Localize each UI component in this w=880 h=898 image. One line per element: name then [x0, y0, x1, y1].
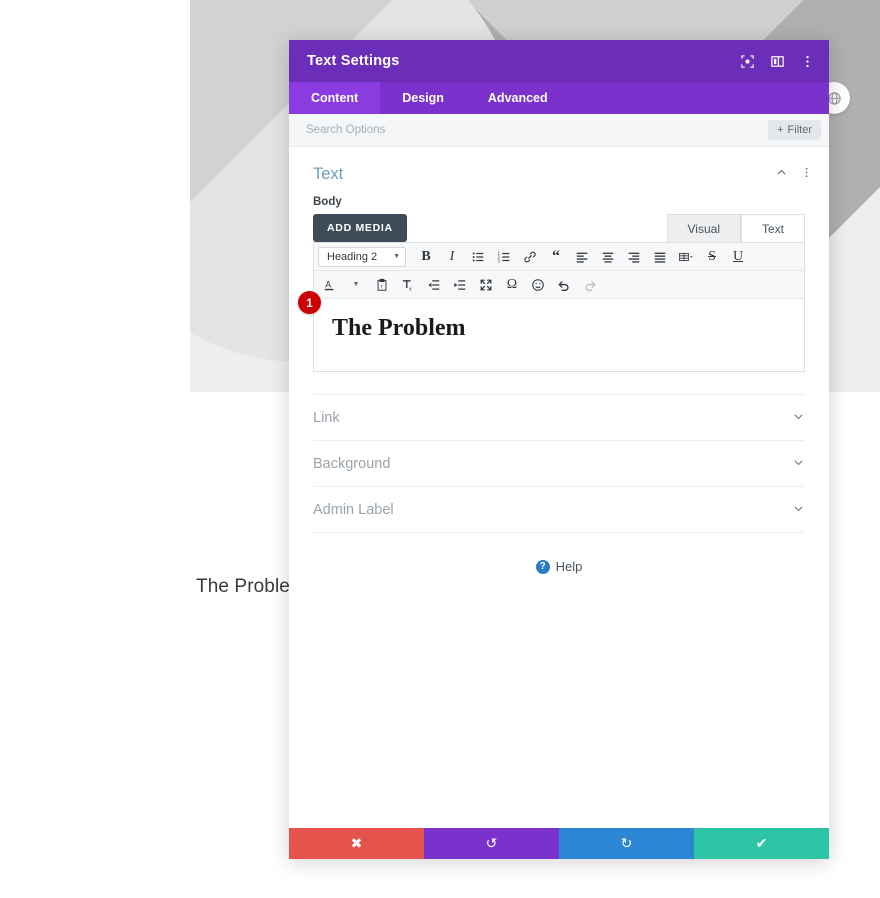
modal-header-icons	[739, 53, 815, 69]
cancel-button[interactable]: ✖	[289, 828, 424, 859]
accordion-background-label: Background	[313, 455, 391, 472]
align-center-icon[interactable]	[596, 246, 620, 267]
accordion-link[interactable]: Link	[313, 394, 805, 440]
chevron-down-icon: ▼	[393, 253, 400, 260]
section-title-text: Text	[313, 165, 344, 183]
redo-button[interactable]: ↻	[559, 828, 694, 859]
more-vertical-icon[interactable]	[799, 53, 815, 69]
align-justify-icon[interactable]	[648, 246, 672, 267]
modal-tabs: Content Design Advanced	[289, 82, 829, 114]
help-link[interactable]: ? Help	[313, 532, 805, 600]
text-color-icon[interactable]: A	[318, 274, 342, 295]
annotation-badge-1: 1	[298, 291, 321, 314]
accordion-link-label: Link	[313, 409, 340, 426]
undo-button[interactable]: ↺	[424, 828, 559, 859]
undo-icon: ↺	[485, 835, 498, 851]
tab-visual[interactable]: Visual	[666, 214, 741, 242]
link-icon[interactable]	[518, 246, 542, 267]
paste-as-text-icon[interactable]: T	[370, 274, 394, 295]
editor-toolbar-row-2: A ▼ T x Ω	[314, 271, 804, 299]
add-media-button[interactable]: ADD MEDIA	[313, 214, 407, 242]
modal-header: Text Settings	[289, 40, 829, 82]
chevron-down-icon[interactable]: ▼	[344, 274, 368, 295]
emoji-icon[interactable]	[526, 274, 550, 295]
modal-footer: ✖ ↺ ↻ ✔	[289, 828, 829, 859]
table-icon[interactable]	[674, 246, 698, 267]
focus-target-icon[interactable]	[739, 53, 755, 69]
chevron-down-icon	[792, 456, 805, 472]
accordion-admin-label-label: Admin Label	[313, 501, 394, 518]
tab-content[interactable]: Content	[289, 82, 381, 114]
svg-text:x: x	[409, 286, 412, 292]
modal-title: Text Settings	[307, 53, 400, 69]
blockquote-icon[interactable]: “	[544, 246, 568, 267]
help-icon: ?	[535, 559, 550, 574]
numbered-list-icon[interactable]: 1 2 3	[492, 246, 516, 267]
indent-icon[interactable]	[448, 274, 472, 295]
redo-icon[interactable]	[578, 274, 602, 295]
italic-icon[interactable]: I	[440, 246, 464, 267]
svg-text:3: 3	[497, 258, 500, 263]
search-input[interactable]	[304, 123, 769, 137]
svg-text:T: T	[380, 284, 383, 290]
text-settings-modal: Text Settings Content Design Advanced Se…	[289, 40, 829, 859]
editor-heading-text: The Problem	[332, 315, 466, 341]
clear-formatting-icon[interactable]: x	[396, 274, 420, 295]
check-icon: ✔	[755, 835, 768, 851]
save-button[interactable]: ✔	[694, 828, 829, 859]
chevron-down-icon	[792, 502, 805, 518]
close-icon: ✖	[350, 835, 363, 851]
filter-button[interactable]: + Filter	[768, 120, 821, 140]
svg-text:A: A	[325, 279, 331, 289]
bold-icon[interactable]: B	[414, 246, 438, 267]
strikethrough-icon[interactable]: S	[700, 246, 724, 267]
body-field-toolbar: ADD MEDIA Visual Text	[289, 208, 829, 242]
filter-button-label: Filter	[787, 124, 812, 136]
search-options-row: + Filter	[289, 114, 829, 147]
outdent-icon[interactable]	[422, 274, 446, 295]
tab-design[interactable]: Design	[380, 82, 466, 114]
bullet-list-icon[interactable]	[466, 246, 490, 267]
wysiwyg-editor: Heading 2 ▼ B I 1 2 3 “ S U A ▼ T x Ω Th…	[313, 242, 805, 372]
tab-advanced[interactable]: Advanced	[466, 82, 570, 114]
fullscreen-icon[interactable]	[474, 274, 498, 295]
format-select-value: Heading 2	[327, 250, 378, 263]
accordion-background[interactable]: Background	[313, 440, 805, 486]
help-label: Help	[555, 559, 583, 574]
editor-toolbar-row-1: Heading 2 ▼ B I 1 2 3 “ S U	[314, 243, 804, 271]
format-select[interactable]: Heading 2 ▼	[318, 246, 406, 267]
undo-icon[interactable]	[552, 274, 576, 295]
section-controls	[775, 166, 813, 184]
text-section-header: Text	[289, 147, 829, 188]
more-vertical-icon[interactable]	[800, 166, 813, 184]
chevron-up-icon[interactable]	[775, 166, 788, 184]
align-left-icon[interactable]	[570, 246, 594, 267]
accordion-admin-label[interactable]: Admin Label	[313, 486, 805, 532]
special-character-icon[interactable]: Ω	[500, 274, 524, 295]
modal-body: Text Body ADD MEDIA Visual Text Heading …	[289, 147, 829, 828]
plus-icon: +	[777, 124, 784, 136]
underline-icon[interactable]: U	[726, 246, 750, 267]
tab-text[interactable]: Text	[740, 214, 805, 242]
editor-content-area[interactable]: The Problem	[314, 299, 804, 371]
editor-mode-tabs: Visual Text	[666, 214, 805, 242]
chevron-down-icon	[792, 410, 805, 426]
redo-icon: ↻	[620, 835, 633, 851]
layout-columns-icon[interactable]	[769, 53, 785, 69]
body-field-label: Body	[313, 196, 342, 208]
align-right-icon[interactable]	[622, 246, 646, 267]
